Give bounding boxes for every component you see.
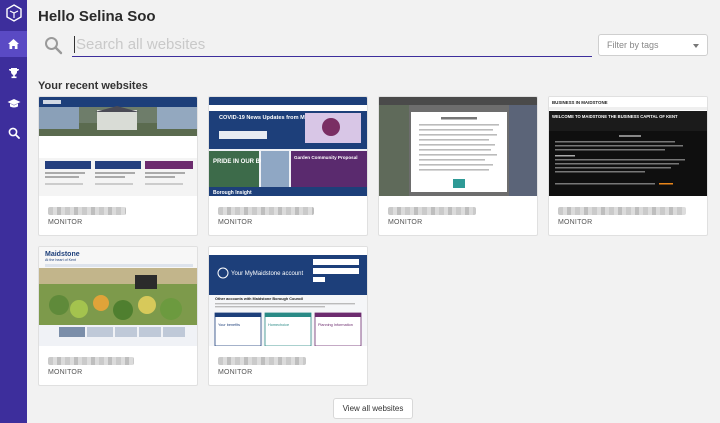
section-title: Your recent websites	[38, 80, 148, 92]
tag-filter-select[interactable]: Filter by tags	[598, 34, 708, 56]
account-title: Your MyMaidstone account	[231, 271, 303, 277]
website-card[interactable]: MONITOR	[38, 96, 198, 236]
chevron-down-icon	[693, 44, 699, 48]
maidstone-tagline: At the heart of Kent	[45, 258, 76, 262]
card-label: MONITOR	[48, 219, 83, 226]
side-nav	[0, 0, 27, 423]
garden-text: Garden Community Proposal	[294, 155, 358, 160]
website-thumbnail	[39, 97, 197, 196]
website-card[interactable]: MONITOR	[378, 96, 538, 236]
website-thumbnail: Your MyMaidstone account Other accounts …	[209, 247, 367, 346]
tag-filter-placeholder: Filter by tags	[607, 40, 659, 50]
search-nav-icon[interactable]	[0, 120, 27, 146]
card-label: MONITOR	[218, 369, 253, 376]
account-tile-2: Homechoice	[268, 323, 289, 327]
search-icon	[44, 36, 63, 60]
website-thumbnail: Maidstone At the heart of Kent	[39, 247, 197, 346]
blurred-website-name	[218, 357, 306, 365]
website-thumbnail	[379, 97, 537, 196]
card-label: MONITOR	[388, 219, 423, 226]
maidstone-logo: Maidstone	[45, 251, 80, 258]
account-tile-3: Planning Information	[318, 323, 353, 327]
card-label: MONITOR	[48, 369, 83, 376]
website-thumbnail: BUSINESS IN MAIDSTONE WELCOME TO MAIDSTO…	[549, 97, 707, 196]
website-card[interactable]: BUSINESS IN MAIDSTONE WELCOME TO MAIDSTO…	[548, 96, 708, 236]
text-cursor	[74, 36, 75, 53]
business-banner: BUSINESS IN MAIDSTONE	[552, 100, 608, 105]
search-input[interactable]	[72, 33, 592, 57]
app-logo-icon[interactable]	[0, 0, 27, 26]
home-icon[interactable]	[0, 31, 27, 57]
blurred-website-name	[48, 357, 134, 365]
blurred-website-name	[388, 207, 476, 215]
blurred-website-name	[218, 207, 314, 215]
blurred-website-name	[48, 207, 126, 215]
business-heading: WELCOME TO MAIDSTONE THE BUSINESS CAPITA…	[552, 114, 678, 119]
website-thumbnail: COVID-19 News Updates from MBC PRIDE IN …	[209, 97, 367, 196]
borough-insight-text: Borough Insight	[213, 190, 252, 196]
trophy-icon[interactable]	[0, 60, 27, 86]
view-all-websites-button[interactable]: View all websites	[333, 398, 413, 419]
website-card[interactable]: Your MyMaidstone account Other accounts …	[208, 246, 368, 386]
graduation-cap-icon[interactable]	[0, 90, 27, 116]
card-label: MONITOR	[558, 219, 593, 226]
website-card[interactable]: COVID-19 News Updates from MBC PRIDE IN …	[208, 96, 368, 236]
account-tile-1: Your benefits	[218, 323, 240, 327]
account-other: Other accounts with Maidstone Borough Co…	[215, 297, 303, 301]
card-label: MONITOR	[218, 219, 253, 226]
page-title: Hello Selina Soo	[38, 8, 156, 25]
blurred-website-name	[558, 207, 686, 215]
website-card[interactable]: Maidstone At the heart of Kent MONITOR	[38, 246, 198, 386]
covid-heading: COVID-19 News Updates from MBC	[219, 115, 313, 121]
